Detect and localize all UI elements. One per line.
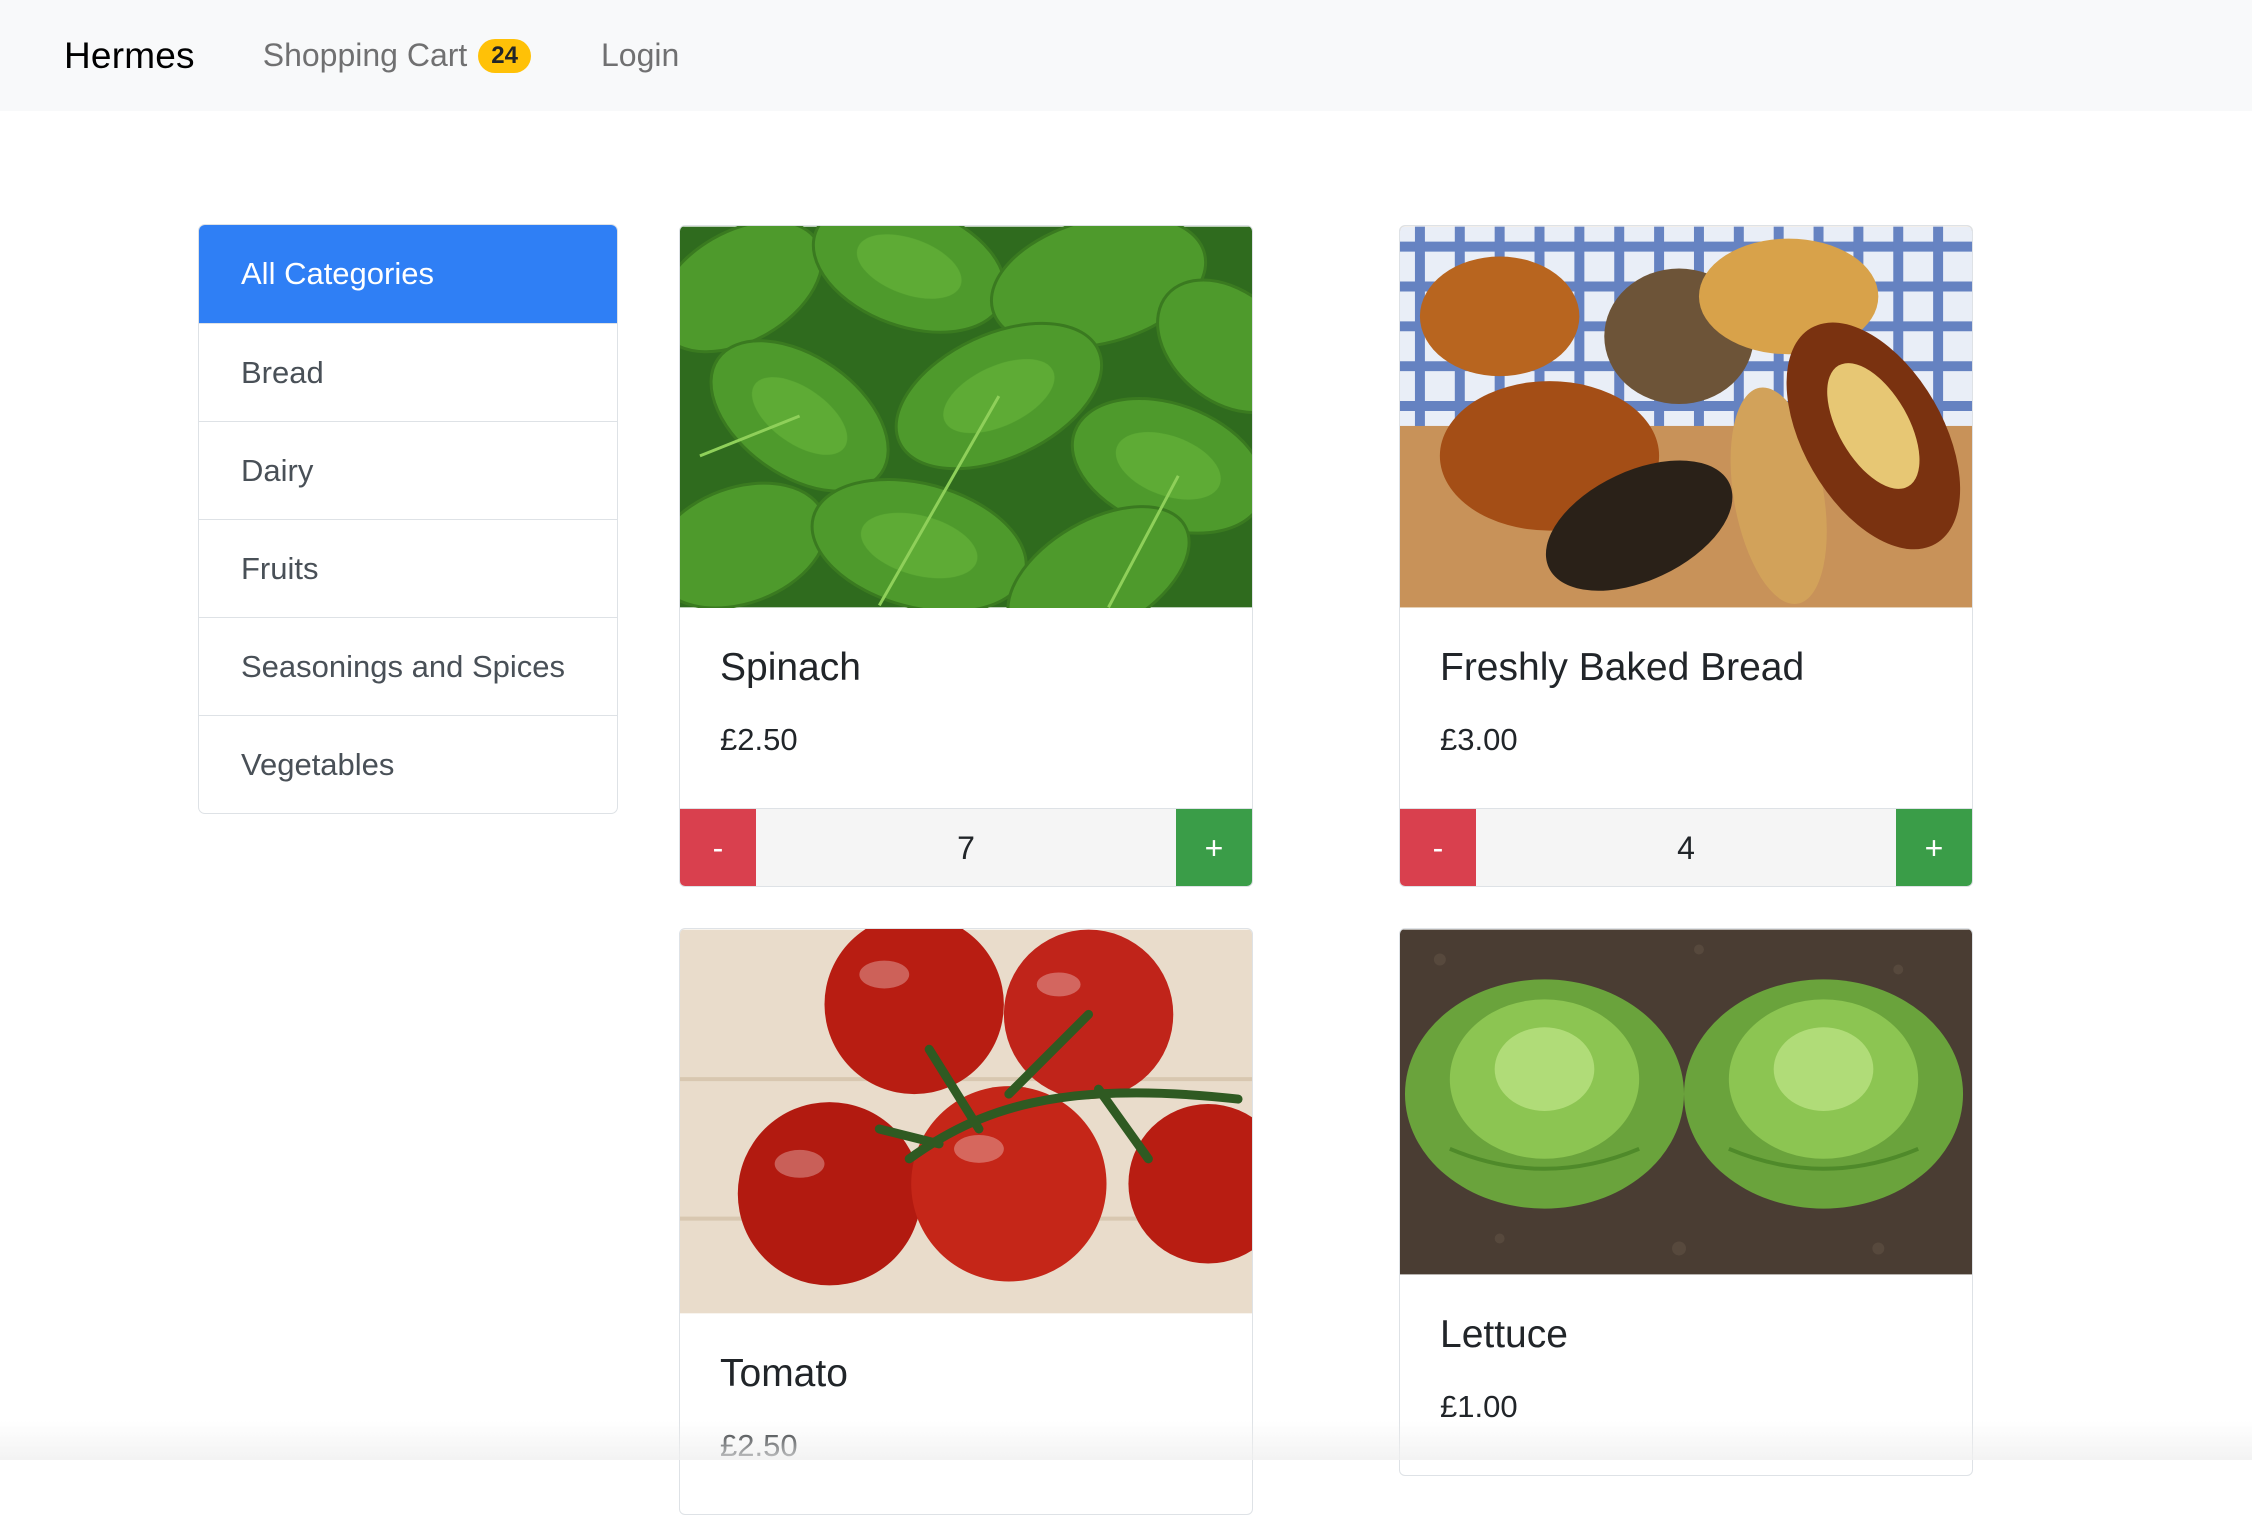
card-body: Lettuce £1.00 [1400, 1275, 1972, 1475]
increase-quantity-button[interactable]: + [1176, 809, 1252, 887]
quantity-stepper: - + [1400, 808, 1972, 886]
category-seasonings[interactable]: Seasonings and Spices [199, 617, 617, 715]
product-name: Freshly Baked Bread [1440, 646, 1972, 690]
category-dairy[interactable]: Dairy [199, 421, 617, 519]
product-name: Spinach [720, 646, 1252, 690]
decrease-quantity-button[interactable]: - [680, 809, 756, 887]
category-vegetables[interactable]: Vegetables [199, 715, 617, 813]
spinach-image [680, 226, 1252, 608]
product-name: Lettuce [1440, 1313, 1972, 1357]
cart-count-badge: 24 [478, 39, 531, 73]
increase-quantity-button[interactable]: + [1896, 809, 1972, 887]
product-price: £1.00 [1440, 1389, 1972, 1425]
brand-logo[interactable]: Hermes [64, 35, 195, 77]
product-card-tomato: Tomato £2.50 [679, 928, 1253, 1515]
product-price: £3.00 [1440, 722, 1972, 758]
product-card-bread: Freshly Baked Bread £3.00 - + [1399, 225, 1973, 887]
product-name: Tomato [720, 1352, 1252, 1396]
category-bread[interactable]: Bread [199, 323, 617, 421]
product-price: £2.50 [720, 1428, 1252, 1464]
shopping-cart-label: Shopping Cart [263, 37, 468, 74]
card-body: Tomato £2.50 [680, 1314, 1252, 1514]
quantity-input[interactable] [756, 809, 1176, 887]
card-body: Spinach £2.50 [680, 608, 1252, 808]
category-list: All Categories Bread Dairy Fruits Season… [198, 224, 618, 814]
bread-image [1400, 226, 1972, 608]
navbar: Hermes Shopping Cart 24 Login [0, 0, 2252, 111]
tomato-image [680, 929, 1252, 1314]
product-card-spinach: Spinach £2.50 - + [679, 225, 1253, 887]
category-fruits[interactable]: Fruits [199, 519, 617, 617]
login-link[interactable]: Login [601, 37, 679, 74]
category-all[interactable]: All Categories [199, 225, 617, 323]
quantity-input[interactable] [1476, 809, 1896, 887]
shopping-cart-link[interactable]: Shopping Cart 24 [263, 37, 531, 74]
lettuce-image [1400, 929, 1972, 1275]
quantity-stepper: - + [680, 808, 1252, 886]
decrease-quantity-button[interactable]: - [1400, 809, 1476, 887]
product-price: £2.50 [720, 722, 1252, 758]
product-card-lettuce: Lettuce £1.00 [1399, 928, 1973, 1476]
card-body: Freshly Baked Bread £3.00 [1400, 608, 1972, 808]
